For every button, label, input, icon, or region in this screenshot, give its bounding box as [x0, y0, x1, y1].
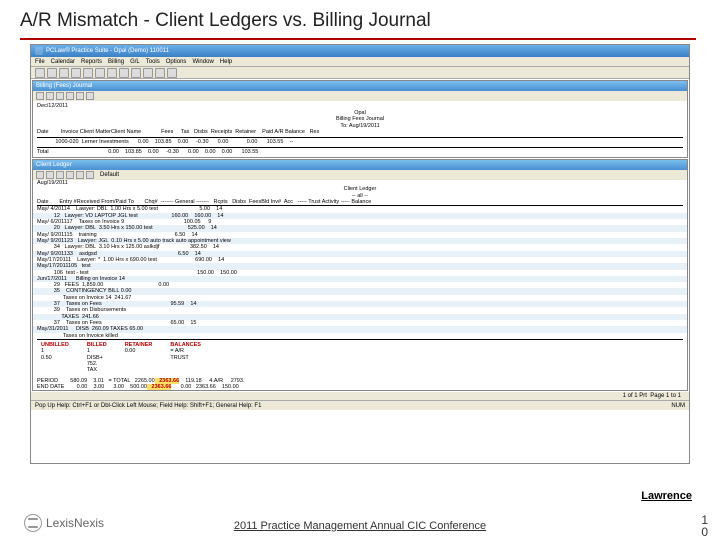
page-indicator: 1 of 1 Prt Page 1 to 1: [31, 392, 689, 400]
toolbar-button[interactable]: [66, 171, 74, 179]
status-help: Pop Up Help: Ctrl+F1 or Dbl-Click Left M…: [35, 403, 261, 409]
total-block: UNBILLED10.50: [41, 342, 69, 374]
menu-tools[interactable]: Tools: [146, 59, 160, 65]
menu-gl[interactable]: G/L: [130, 59, 140, 65]
client-ledger-report: Aug/19/2011 Client Ledger -- all -- Date…: [33, 180, 687, 390]
toolbar-button[interactable]: [95, 68, 105, 78]
menu-options[interactable]: Options: [166, 59, 187, 65]
ledger-end-row: END DATE 0.00 3.00 3.00 500.00 2363.66 0…: [33, 384, 687, 390]
menu-calendar[interactable]: Calendar: [51, 59, 75, 65]
toolbar-button[interactable]: [46, 92, 54, 100]
toolbar-button[interactable]: [46, 171, 54, 179]
toolbar-button[interactable]: [47, 68, 57, 78]
menu-billing[interactable]: Billing: [108, 59, 124, 65]
conference-text: 2011 Practice Management Annual CIC Conf…: [234, 520, 486, 532]
menu-bar: File Calendar Reports Billing G/L Tools …: [31, 57, 689, 67]
slide-title: A/R Mismatch - Client Ledgers vs. Billin…: [0, 0, 720, 38]
toolbar-button[interactable]: [76, 92, 84, 100]
client-ledger-titlebar[interactable]: Client Ledger: [33, 160, 687, 170]
toolbar-button[interactable]: [107, 68, 117, 78]
toolbar-button[interactable]: [131, 68, 141, 78]
toolbar-button[interactable]: [36, 92, 44, 100]
billing-journal-toolbar: [33, 91, 687, 101]
main-toolbar: [31, 67, 689, 79]
menu-file[interactable]: File: [35, 59, 45, 65]
application-window: PCLaw® Practice Suite - Opal (Demo) 1100…: [30, 44, 690, 464]
billing-journal-titlebar[interactable]: Billing (Fees) Journal: [33, 81, 687, 91]
report-date: Dec/12/2011: [37, 103, 683, 110]
menu-window[interactable]: Window: [192, 59, 213, 65]
toolbar-button[interactable]: [86, 171, 94, 179]
toolbar-button[interactable]: [56, 171, 64, 179]
total-block: BALANCES= A/RTRUST: [170, 342, 201, 374]
report-title2: Billing Fees Journal: [37, 116, 683, 123]
total-block: RETAINER0.00: [125, 342, 153, 374]
billing-journal-report: Dec/12/2011 Opal Billing Fees Journal To…: [33, 101, 687, 157]
report-title1: Opal: [37, 110, 683, 117]
toolbar-button[interactable]: [35, 68, 45, 78]
page-number: 1 0: [701, 514, 708, 538]
lexisnexis-icon: [24, 514, 42, 532]
rule: [37, 137, 683, 138]
toolbar-button[interactable]: [76, 171, 84, 179]
status-num: NUM: [671, 403, 685, 409]
billing-journal-title: Billing (Fees) Journal: [36, 83, 92, 89]
layout-label: Default: [100, 172, 119, 178]
toolbar-button[interactable]: [71, 68, 81, 78]
ledger-totals: UNBILLED10.50 BILLED1DISB+752.TAX RETAINER…: [33, 340, 687, 378]
toolbar-button[interactable]: [167, 68, 177, 78]
menu-reports[interactable]: Reports: [81, 59, 102, 65]
toolbar-button[interactable]: [56, 92, 64, 100]
toolbar-button[interactable]: [155, 68, 165, 78]
ledger-header-center: Client Ledger -- all --: [33, 186, 687, 199]
journal-total: Total 0.00 103.85 0.00 -0.30 0.00 0.00 0…: [37, 149, 683, 156]
app-icon: [35, 47, 43, 55]
billing-journal-window: Billing (Fees) Journal Dec/12/2011 Opal …: [32, 80, 688, 158]
brand-logo: LexisNexis: [24, 514, 104, 532]
toolbar-button[interactable]: [36, 171, 44, 179]
slide-footer: Lawrence LexisNexis 2011 Practice Manage…: [0, 490, 720, 540]
total-block: BILLED1DISB+752.TAX: [87, 342, 107, 374]
toolbar-button[interactable]: [119, 68, 129, 78]
client-ledger-window: Client Ledger Default Aug/19/2011 Client…: [32, 159, 688, 391]
status-bar: Pop Up Help: Ctrl+F1 or Dbl-Click Left M…: [31, 400, 689, 410]
window-title: PCLaw® Practice Suite - Opal (Demo) 1100…: [46, 48, 169, 54]
journal-row: 1000-020 Lerner Investments 0.00 103.85 …: [37, 139, 683, 146]
report-title3: To: Aug/19/2011: [37, 123, 683, 130]
menu-help[interactable]: Help: [220, 59, 232, 65]
client-ledger-toolbar: Default: [33, 170, 687, 180]
toolbar-button[interactable]: [83, 68, 93, 78]
client-ledger-title: Client Ledger: [36, 162, 72, 168]
author-name: Lawrence: [641, 490, 692, 502]
toolbar-button[interactable]: [143, 68, 153, 78]
toolbar-button[interactable]: [66, 92, 74, 100]
title-underline: [20, 38, 696, 40]
column-headers: Date Invoice Client MatterClient Name Fe…: [37, 129, 683, 136]
toolbar-button[interactable]: [86, 92, 94, 100]
brand-text: LexisNexis: [46, 516, 104, 530]
toolbar-button[interactable]: [59, 68, 69, 78]
window-titlebar[interactable]: PCLaw® Practice Suite - Opal (Demo) 1100…: [31, 45, 689, 57]
rule: [37, 147, 683, 148]
